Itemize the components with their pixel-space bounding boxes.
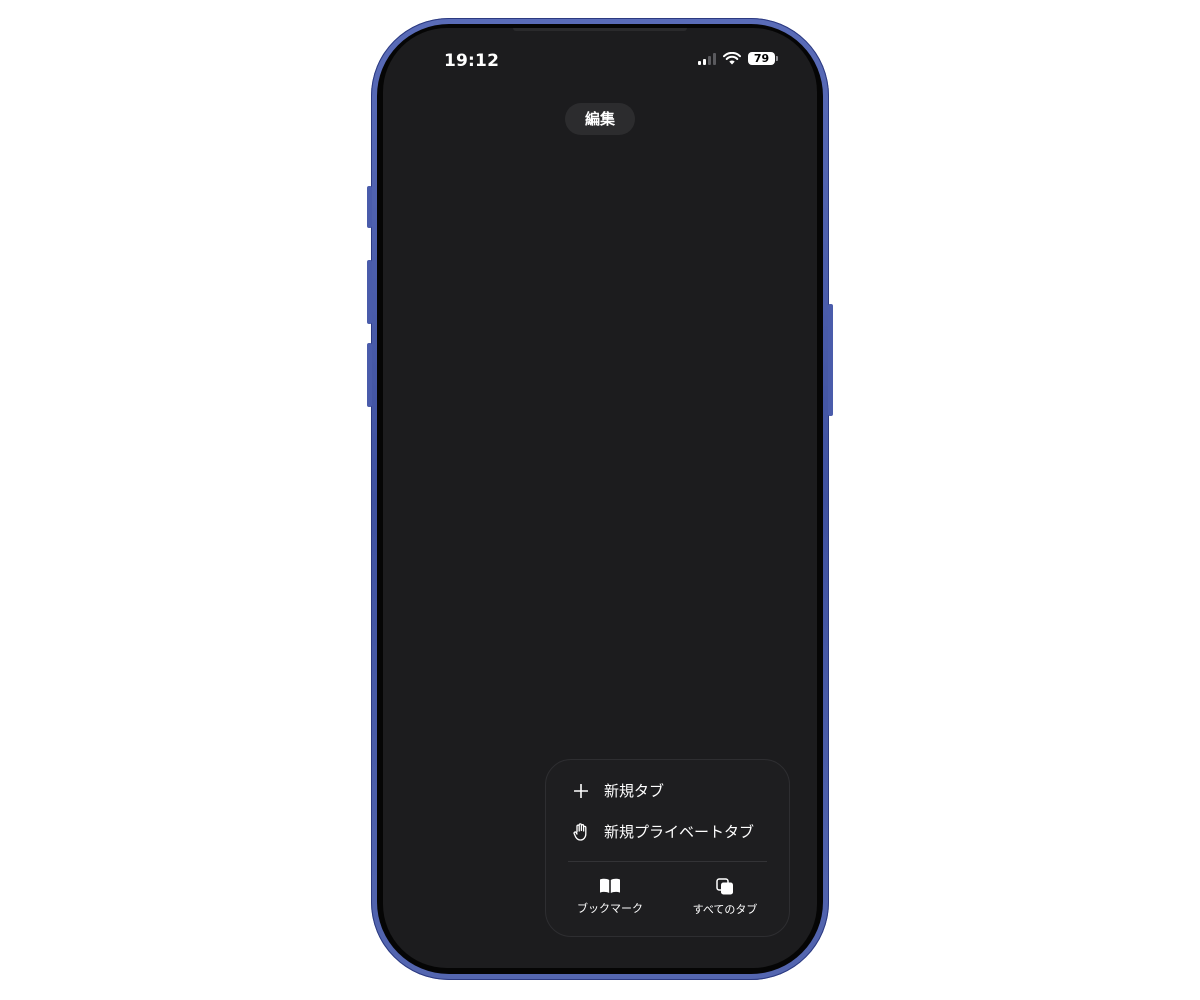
cellular-signal-icon	[698, 52, 716, 65]
book-icon	[600, 878, 620, 893]
battery-icon: 79	[748, 52, 778, 65]
top-lip	[513, 28, 687, 31]
volume-up-button	[367, 260, 372, 324]
new-tab-label: 新規タブ	[604, 782, 665, 800]
power-button	[828, 304, 833, 416]
plus-icon	[572, 782, 590, 800]
action-button	[367, 186, 372, 228]
new-private-tab-item[interactable]: 新規プライベートタブ	[572, 821, 754, 842]
new-private-tab-label: 新規プライベートタブ	[604, 823, 755, 841]
wifi-icon	[723, 52, 741, 65]
volume-down-button	[367, 343, 372, 407]
tab-menu: 新規タブ 新規プライベートタブ ブックマーク すべてのタブ	[545, 759, 790, 937]
edit-button[interactable]: 編集	[565, 103, 635, 135]
bookmarks-button[interactable]: ブックマーク	[560, 878, 660, 916]
bookmarks-label: ブックマーク	[577, 902, 643, 915]
tabs-icon	[716, 878, 733, 895]
status-icons: 79	[698, 52, 778, 65]
all-tabs-label: すべてのタブ	[692, 903, 758, 916]
screen: 19:12 79 編集 新規タブ 新規プライベートタブ ブックマーク すべてのタ…	[383, 28, 817, 968]
all-tabs-button[interactable]: すべてのタブ	[675, 878, 775, 917]
status-time: 19:12	[444, 51, 500, 71]
hand-icon	[572, 822, 590, 841]
stage: 19:12 79 編集 新規タブ 新規プライベートタブ ブックマーク すべてのタ…	[0, 0, 1200, 1000]
new-tab-item[interactable]: 新規タブ	[572, 780, 664, 801]
menu-separator	[568, 861, 767, 862]
